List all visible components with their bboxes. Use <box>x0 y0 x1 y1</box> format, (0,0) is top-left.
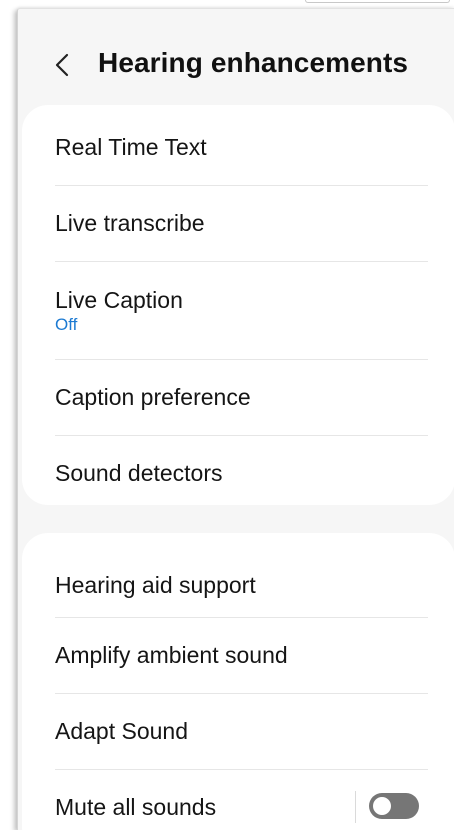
menu-item-label: Sound detectors <box>55 460 223 486</box>
background-window-edge <box>305 0 450 3</box>
page-title: Hearing enhancements <box>98 47 409 78</box>
menu-item-label: Live Caption <box>55 286 183 313</box>
menu-item-live-transcribe[interactable]: Live transcribe <box>22 185 454 261</box>
menu-item-caption-preference[interactable]: Caption preference <box>22 359 454 435</box>
menu-item-label: Caption preference <box>55 384 251 410</box>
menu-item-label: Hearing aid support <box>55 572 256 598</box>
menu-item-label: Amplify ambient sound <box>55 642 288 668</box>
menu-item-live-caption[interactable]: Live Caption Off <box>22 261 454 359</box>
menu-item-real-time-text[interactable]: Real Time Text <box>22 105 454 185</box>
toggle-knob <box>371 795 393 817</box>
menu-item-adapt-sound[interactable]: Adapt Sound <box>22 693 454 769</box>
menu-item-label: Real Time Text <box>55 134 207 160</box>
menu-item-label: Adapt Sound <box>55 718 189 744</box>
settings-screen: Hearing enhancements Real Time Text Live… <box>17 8 454 830</box>
screenshot-canvas: Hearing enhancements Real Time Text Live… <box>0 0 454 830</box>
mute-all-sounds-toggle[interactable] <box>369 793 419 819</box>
menu-item-sound-detectors[interactable]: Sound detectors <box>22 435 454 505</box>
back-button[interactable] <box>52 49 74 81</box>
live-caption-status: Off <box>55 314 78 334</box>
menu-item-hearing-aid-support[interactable]: Hearing aid support <box>22 533 454 617</box>
menu-item-amplify-ambient-sound[interactable]: Amplify ambient sound <box>22 617 454 693</box>
menu-item-label: Live transcribe <box>55 210 205 236</box>
menu-item-label: Mute all sounds <box>55 794 217 820</box>
app-bar: Hearing enhancements <box>18 9 454 105</box>
settings-group-captions: Real Time Text Live transcribe Live Capt… <box>22 105 454 505</box>
settings-group-audio: Hearing aid support Amplify ambient soun… <box>22 533 454 830</box>
menu-item-mute-all-sounds[interactable]: Mute all sounds <box>22 769 454 830</box>
toggle-divider <box>355 791 356 823</box>
chevron-left-icon <box>52 49 74 81</box>
